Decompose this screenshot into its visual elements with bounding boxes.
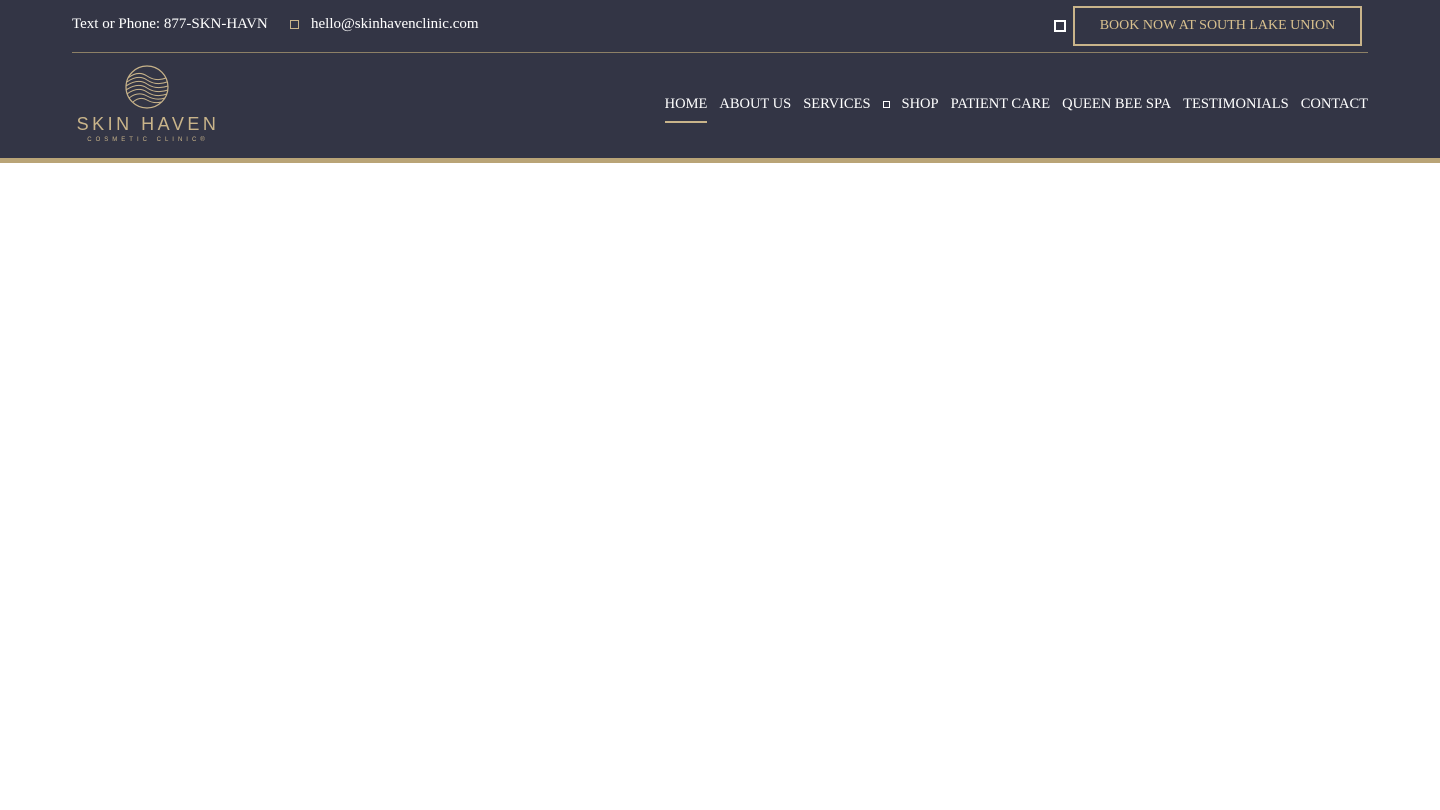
nav-queen-bee-spa[interactable]: QUEEN BEE SPA: [1062, 96, 1171, 123]
services-dropdown-icon[interactable]: [882, 101, 890, 108]
nav-about-us[interactable]: ABOUT US: [719, 96, 791, 123]
nav-home[interactable]: HOME: [664, 96, 707, 123]
nav-shop[interactable]: SHOP: [902, 96, 939, 123]
site-header: Text or Phone: 877-SKN-HAVN hello@skinha…: [0, 0, 1440, 163]
phone-link[interactable]: Text or Phone: 877-SKN-HAVN: [72, 16, 268, 33]
main-nav: HOME ABOUT US SERVICES SHOP PATIENT CARE…: [664, 96, 1368, 123]
nav-testimonials[interactable]: TESTIMONIALS: [1183, 96, 1289, 123]
email-icon: [290, 20, 299, 29]
email-link[interactable]: hello@skinhavenclinic.com: [311, 16, 479, 33]
main-content: [0, 163, 1440, 810]
square-icon[interactable]: [1054, 20, 1066, 32]
logo-tagline: COSMETIC CLINIC®: [87, 137, 209, 143]
top-bar: Text or Phone: 877-SKN-HAVN hello@skinha…: [72, 0, 1368, 53]
nav-contact[interactable]: CONTACT: [1301, 96, 1368, 123]
nav-services[interactable]: SERVICES: [803, 96, 870, 123]
logo[interactable]: SKIN HAVEN COSMETIC CLINIC®: [72, 64, 224, 146]
logo-wordmark: SKIN HAVEN: [76, 114, 220, 134]
nav-patient-care[interactable]: PATIENT CARE: [951, 96, 1051, 123]
logo-mark-icon: [125, 65, 169, 109]
book-now-button[interactable]: BOOK NOW AT SOUTH LAKE UNION: [1073, 6, 1362, 46]
